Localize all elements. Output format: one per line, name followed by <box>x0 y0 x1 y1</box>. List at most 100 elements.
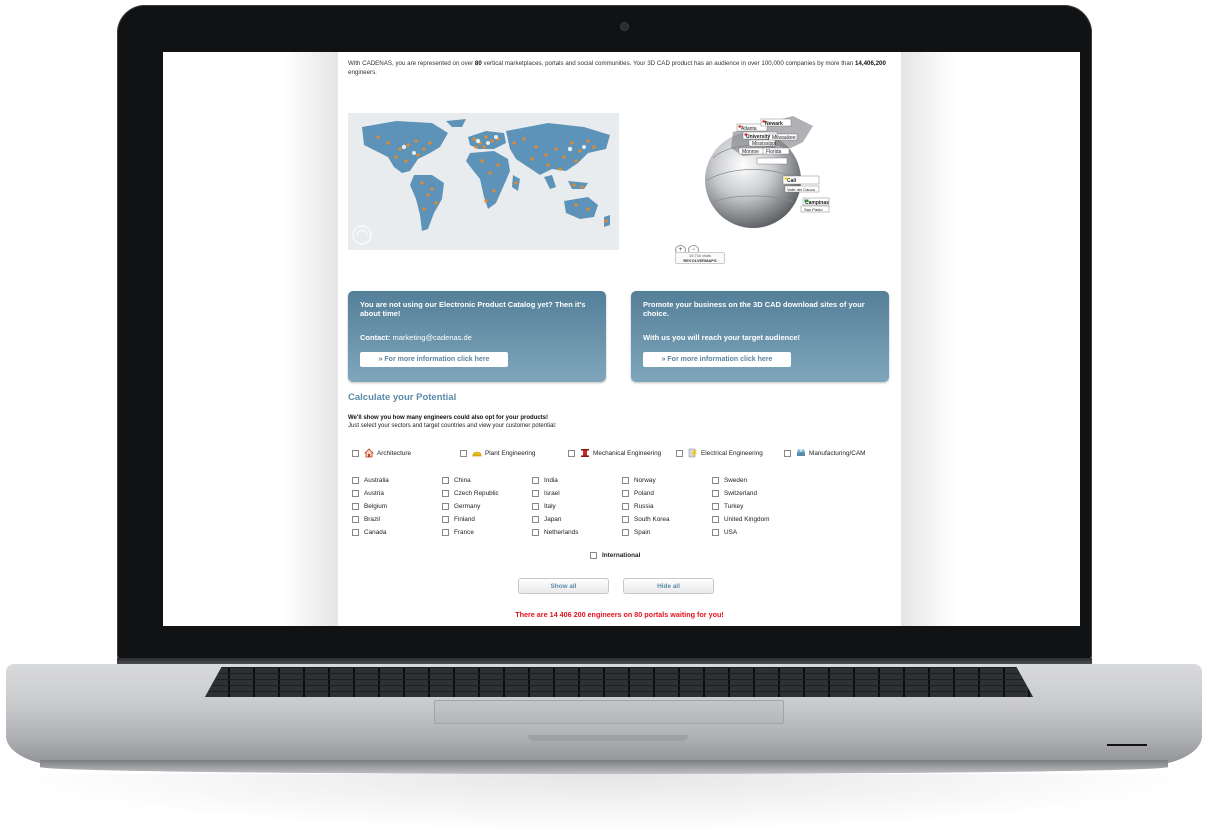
house-icon <box>364 448 374 458</box>
country-south-korea[interactable]: South Korea <box>622 516 670 523</box>
checkbox[interactable] <box>532 529 539 536</box>
country-australia[interactable]: Australia <box>352 477 389 484</box>
globe-label: Campinas <box>805 200 829 206</box>
checkbox[interactable] <box>712 490 719 497</box>
promo-download-box: Promote your business on the 3D CAD down… <box>631 291 889 382</box>
country-belgium[interactable]: Belgium <box>352 503 387 510</box>
country-label: Czech Republic <box>454 490 499 497</box>
country-label: Austria <box>364 490 384 497</box>
revolvermaps-badge[interactable]: 19.71k visits REVOLVERMAPS <box>675 252 725 264</box>
country-label: Germany <box>454 503 481 510</box>
country-israel[interactable]: Israel <box>532 490 560 497</box>
laptop-opening-notch <box>528 735 688 741</box>
sector-label: Manufacturing/CAM <box>809 449 866 457</box>
calculator-lead-text: Just select your sectors and target coun… <box>348 423 557 429</box>
checkbox[interactable] <box>568 449 575 457</box>
hide-all-button[interactable]: Hide all <box>623 578 714 594</box>
checkbox[interactable] <box>442 477 449 484</box>
show-all-button[interactable]: Show all <box>518 578 609 594</box>
catalog-more-info-button[interactable]: » For more information click here <box>360 352 508 367</box>
checkbox[interactable] <box>712 503 719 510</box>
country-label: India <box>544 477 558 484</box>
checkbox[interactable] <box>622 529 629 536</box>
sector-manufacturing-cam[interactable]: Manufacturing/CAM <box>784 448 865 458</box>
checkbox[interactable] <box>532 490 539 497</box>
checkbox[interactable] <box>712 529 719 536</box>
country-turkey[interactable]: Turkey <box>712 503 743 510</box>
checkbox[interactable] <box>442 516 449 523</box>
checkbox[interactable] <box>590 552 597 559</box>
sector-label: Electrical Engineering <box>701 449 763 457</box>
checkbox[interactable] <box>442 490 449 497</box>
country-label: Finland <box>454 516 475 523</box>
country-austria[interactable]: Austria <box>352 490 384 497</box>
web-page: With CADENAS, you are represented on ove… <box>338 52 901 626</box>
result-message: There are 14 406 200 engineers on 80 por… <box>515 610 724 619</box>
keyboard-row <box>205 692 1033 697</box>
country-label: Norway <box>634 477 656 484</box>
country-spain[interactable]: Spain <box>622 529 650 536</box>
electrical-cabinet-icon <box>688 448 697 458</box>
laptop-keyboard <box>205 667 1033 697</box>
checkbox[interactable] <box>352 529 359 536</box>
sector-label: Mechanical Engineering <box>593 449 662 457</box>
keyboard-row <box>205 686 1033 691</box>
checkbox[interactable] <box>460 449 467 457</box>
country-sweden[interactable]: Sweden <box>712 477 747 484</box>
sector-plant-engineering[interactable]: Plant Engineering <box>460 448 535 458</box>
country-label: Netherlands <box>544 529 579 536</box>
keyboard-row <box>205 680 1033 685</box>
checkbox[interactable] <box>532 477 539 484</box>
country-china[interactable]: China <box>442 477 471 484</box>
sector-mechanical-engineering[interactable]: Mechanical Engineering <box>568 448 661 458</box>
country-label: International <box>602 552 641 559</box>
checkbox[interactable] <box>352 477 359 484</box>
checkbox[interactable] <box>676 449 683 457</box>
country-germany[interactable]: Germany <box>442 503 480 510</box>
country-poland[interactable]: Poland <box>622 490 654 497</box>
checkbox[interactable] <box>622 477 629 484</box>
country-brazil[interactable]: Brazil <box>352 516 380 523</box>
checkbox[interactable] <box>352 449 359 457</box>
revolvermaps-globe[interactable]: Atlanta Newark University Mississippi Mi… <box>673 102 833 232</box>
country-label: China <box>454 477 471 484</box>
country-netherlands[interactable]: Netherlands <box>532 529 578 536</box>
checkbox[interactable] <box>352 490 359 497</box>
checkbox[interactable] <box>442 529 449 536</box>
country-czech-republic[interactable]: Czech Republic <box>442 490 499 497</box>
country-japan[interactable]: Japan <box>532 516 561 523</box>
sector-architecture[interactable]: Architecture <box>352 448 411 458</box>
download-more-info-button[interactable]: » For more information click here <box>643 352 791 367</box>
country-label: Turkey <box>724 503 744 510</box>
checkbox[interactable] <box>712 477 719 484</box>
country-label: Australia <box>364 477 389 484</box>
country-label: USA <box>724 529 738 536</box>
country-canada[interactable]: Canada <box>352 529 386 536</box>
checkbox[interactable] <box>622 516 629 523</box>
country-russia[interactable]: Russia <box>622 503 654 510</box>
country-india[interactable]: India <box>532 477 558 484</box>
country-usa[interactable]: USA <box>712 529 737 536</box>
intro-text-part: With CADENAS, you are represented on ove… <box>348 60 475 67</box>
country-italy[interactable]: Italy <box>532 503 556 510</box>
checkbox[interactable] <box>442 503 449 510</box>
checkbox[interactable] <box>352 516 359 523</box>
country-france[interactable]: France <box>442 529 474 536</box>
country-united-kingdom[interactable]: United Kingdom <box>712 516 769 523</box>
globe-label: University <box>746 134 770 140</box>
country-switzerland[interactable]: Switzerland <box>712 490 757 497</box>
country-finland[interactable]: Finland <box>442 516 475 523</box>
checkbox[interactable] <box>532 516 539 523</box>
checkbox[interactable] <box>784 449 791 457</box>
webcam-icon <box>621 23 628 30</box>
checkbox[interactable] <box>622 503 629 510</box>
checkbox[interactable] <box>532 503 539 510</box>
sector-electrical-engineering[interactable]: Electrical Engineering <box>676 448 763 458</box>
country-international[interactable]: International <box>590 552 640 559</box>
checkbox[interactable] <box>622 490 629 497</box>
contact-email[interactable]: marketing@cadenas.de <box>393 333 472 342</box>
engineer-count: 14,406,200 <box>854 60 886 67</box>
country-norway[interactable]: Norway <box>622 477 656 484</box>
checkbox[interactable] <box>712 516 719 523</box>
checkbox[interactable] <box>352 503 359 510</box>
